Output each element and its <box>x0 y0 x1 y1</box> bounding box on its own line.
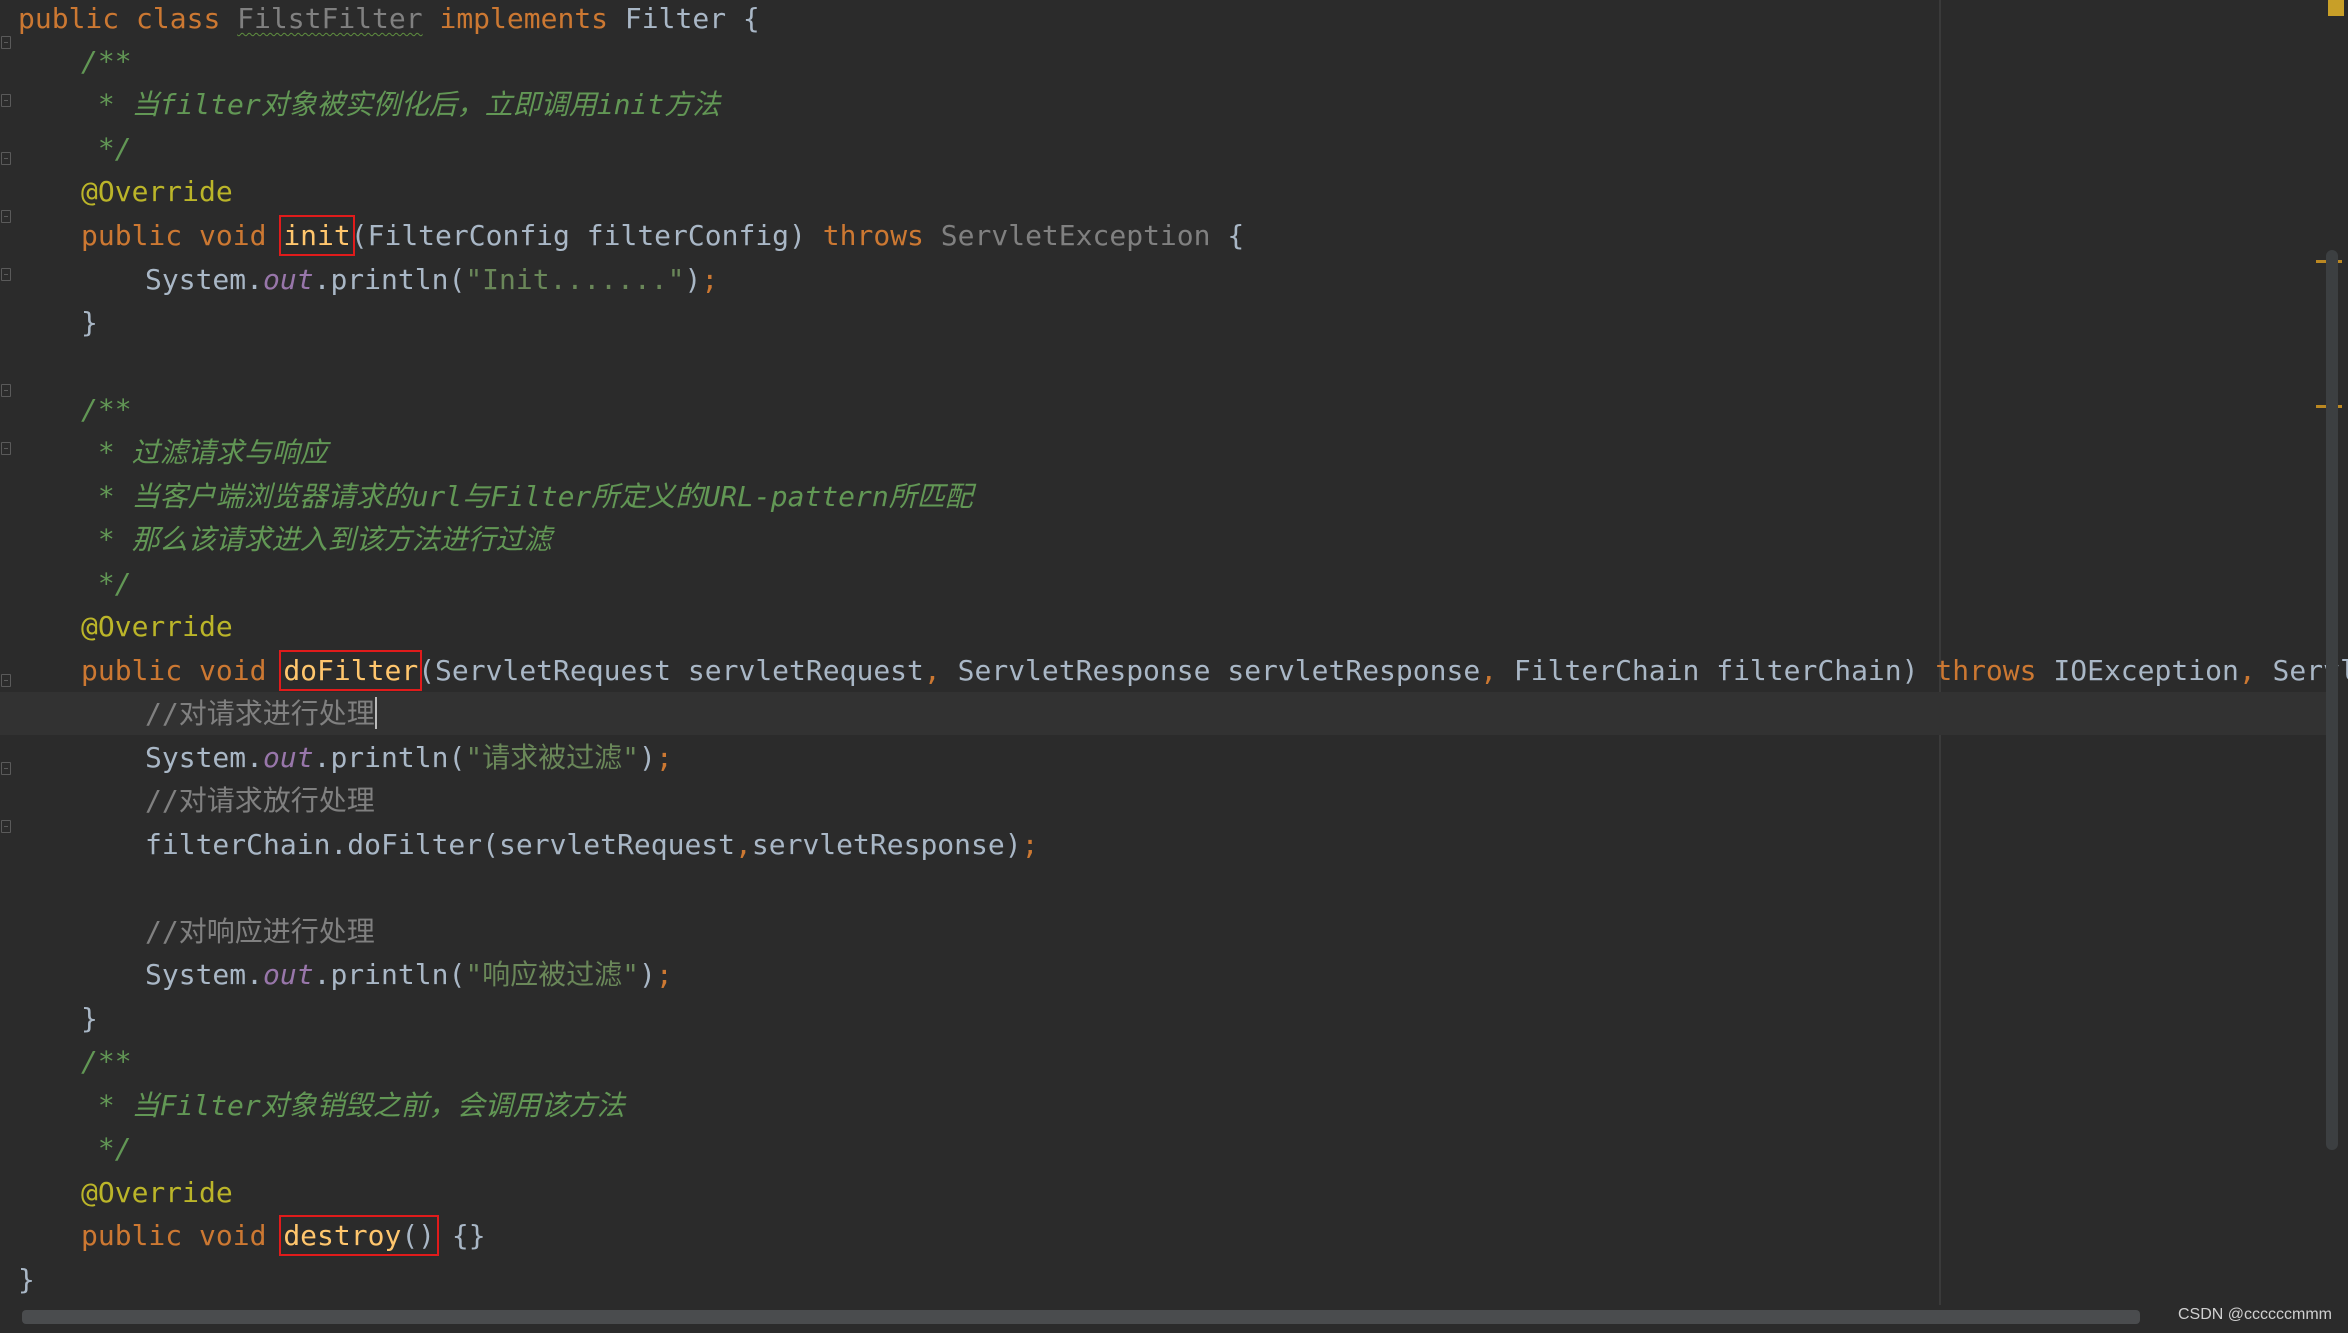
override-annotation: @Override <box>81 610 233 643</box>
method-destroy-name: destroy <box>283 1219 402 1252</box>
string-literal: "Init......." <box>465 263 685 296</box>
fold-icon[interactable] <box>1 36 11 49</box>
vertical-scrollbar[interactable] <box>2326 250 2338 1150</box>
keyword-implements: implements <box>439 2 609 35</box>
string-literal: "响应被过滤" <box>465 958 640 991</box>
keyword-public: public <box>18 2 120 35</box>
javadoc-open: /** <box>81 45 132 78</box>
watermark: CSDN @ccccccmmm <box>2177 1306 2332 1323</box>
method-destroy-highlighted[interactable]: destroy() <box>279 1215 440 1256</box>
fold-gutter <box>0 0 16 1310</box>
fold-icon[interactable] <box>1 442 11 455</box>
class-name[interactable]: FilstFilter <box>237 2 422 35</box>
out-field: out <box>263 263 314 296</box>
semicolon: ; <box>701 263 719 296</box>
code-line-print-response[interactable]: System.out.println("响应被过滤"); <box>145 953 673 996</box>
code-line-chain-dofilter[interactable]: filterChain.doFilter(servletRequest,serv… <box>145 823 1038 866</box>
code-editor[interactable]: public class FilstFilter implements Filt… <box>0 0 2348 1333</box>
javadoc-dofilter-line-1: * 过滤请求与响应 <box>81 436 328 469</box>
close-brace: } <box>81 1002 98 1035</box>
destroy-parens: () <box>401 1219 436 1252</box>
class-close-brace: } <box>18 1263 35 1296</box>
println-call: .println( <box>313 263 466 296</box>
string-literal: "请求被过滤" <box>465 741 640 774</box>
code-line-print-request[interactable]: System.out.println("请求被过滤"); <box>145 736 673 779</box>
dofilter-param-chain: FilterChain filterChain) <box>1497 654 1936 687</box>
keyword-public: public <box>81 219 183 252</box>
code-line-init-signature[interactable]: public void init(FilterConfig filterConf… <box>81 214 1244 257</box>
interface-name[interactable]: Filter <box>625 2 726 35</box>
comment-request-handling: //对请求进行处理 <box>145 697 375 730</box>
javadoc-dofilter-line-3: * 那么该请求进入到该方法进行过滤 <box>81 523 552 556</box>
code-line-destroy-signature[interactable]: public void destroy() {} <box>81 1214 486 1257</box>
fold-icon[interactable] <box>1 268 11 281</box>
override-annotation: @Override <box>81 175 233 208</box>
init-parameters: (FilterConfig filterConfig) <box>350 219 823 252</box>
comma: , <box>735 828 752 861</box>
system-ref: System. <box>145 958 264 991</box>
comma: , <box>1480 654 1498 687</box>
method-dofilter-highlighted[interactable]: doFilter <box>279 650 423 691</box>
fold-icon[interactable] <box>1 674 11 687</box>
keyword-void: void <box>199 1219 267 1252</box>
keyword-throws: throws <box>1935 654 2037 687</box>
semicolon: ; <box>655 741 673 774</box>
keyword-void: void <box>199 219 267 252</box>
keyword-public: public <box>81 1219 183 1252</box>
open-brace: { <box>742 2 760 35</box>
comment-request-pass: //对请求放行处理 <box>145 784 375 817</box>
code-line-dofilter-signature[interactable]: public void doFilter(ServletRequest serv… <box>81 649 2348 692</box>
javadoc-dofilter-line-2: * 当客户端浏览器请求的url与Filter所定义的URL-pattern所匹配 <box>81 480 973 513</box>
out-field: out <box>263 958 314 991</box>
close-paren: ) <box>639 741 656 774</box>
fold-icon[interactable] <box>1 94 11 107</box>
method-init-highlighted[interactable]: init <box>279 215 355 256</box>
println-call: .println( <box>313 741 466 774</box>
javadoc-open: /** <box>81 1045 132 1078</box>
fold-icon[interactable] <box>1 820 11 833</box>
javadoc-init-description: * 当filter对象被实例化后，立即调用init方法 <box>81 88 721 121</box>
code-line-print-init[interactable]: System.out.println("Init......."); <box>145 258 718 301</box>
destroy-body: {} <box>435 1219 486 1252</box>
chain-call-end: servletResponse) <box>751 828 1022 861</box>
keyword-class: class <box>136 2 221 35</box>
javadoc-destroy-description: * 当Filter对象销毁之前，会调用该方法 <box>81 1089 625 1122</box>
out-field: out <box>263 741 314 774</box>
exception-servlet[interactable]: ServletException <box>941 219 1211 252</box>
text-caret <box>374 697 377 729</box>
javadoc-close: */ <box>81 1132 132 1165</box>
dofilter-param-request: (ServletRequest servletRequest <box>418 654 924 687</box>
javadoc-close: */ <box>81 567 132 600</box>
keyword-void: void <box>199 654 267 687</box>
fold-icon[interactable] <box>1 384 11 397</box>
code-line-class-declaration[interactable]: public class FilstFilter implements Filt… <box>18 0 760 40</box>
javadoc-open: /** <box>81 393 132 426</box>
open-brace: { <box>1210 219 1245 252</box>
exception-io[interactable]: IOException <box>2037 654 2238 687</box>
horizontal-scrollbar[interactable] <box>22 1310 2140 1324</box>
dofilter-param-response: ServletResponse servletResponse <box>940 654 1481 687</box>
javadoc-close: */ <box>81 132 132 165</box>
fold-icon[interactable] <box>1 210 11 223</box>
code-line-comment-request[interactable]: //对请求进行处理 <box>145 692 377 735</box>
fold-icon[interactable] <box>1 152 11 165</box>
fold-icon[interactable] <box>1 762 11 775</box>
inspection-status-icon[interactable] <box>2328 0 2344 16</box>
semicolon: ; <box>655 958 673 991</box>
close-brace: } <box>81 306 98 339</box>
semicolon: ; <box>1021 828 1039 861</box>
keyword-public: public <box>81 654 183 687</box>
comma: , <box>2238 654 2256 687</box>
close-paren: ) <box>639 958 656 991</box>
chain-call-start: filterChain.doFilter(servletRequest <box>145 828 736 861</box>
println-call: .println( <box>313 958 466 991</box>
system-ref: System. <box>145 263 264 296</box>
override-annotation: @Override <box>81 1176 233 1209</box>
keyword-throws: throws <box>822 219 924 252</box>
comma: , <box>923 654 941 687</box>
close-paren: ) <box>684 263 702 296</box>
comment-response-handling: //对响应进行处理 <box>145 915 375 948</box>
system-ref: System. <box>145 741 264 774</box>
